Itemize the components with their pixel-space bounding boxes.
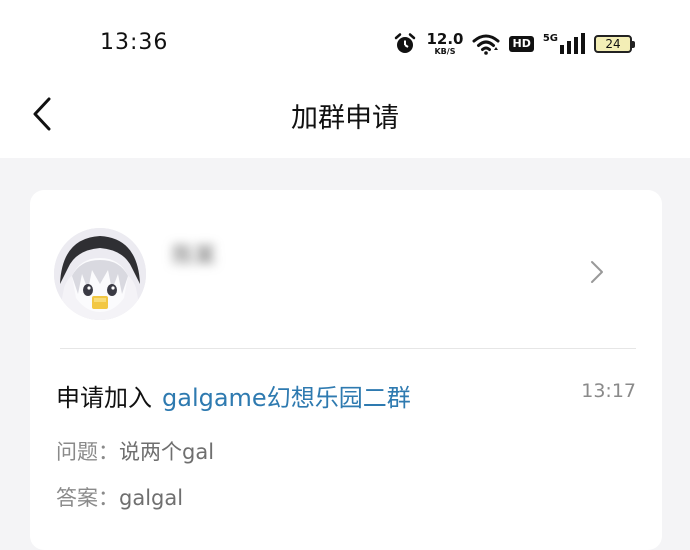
answer-line: 答案：galgal <box>56 482 183 512</box>
network-speed: 12.0 KB/S <box>426 32 463 56</box>
network-type-label: 5G <box>542 32 558 44</box>
status-time: 13:36 <box>100 30 169 55</box>
network-speed-value: 12.0 <box>426 30 464 48</box>
wifi-icon <box>472 33 500 55</box>
question-label: 问题： <box>56 440 119 464</box>
hd-badge: HD <box>509 35 534 53</box>
signal-icon <box>559 33 585 55</box>
alarm-icon <box>393 32 417 56</box>
avatar[interactable] <box>54 228 146 320</box>
question-line: 问题：说两个gal <box>56 436 214 466</box>
apply-time: 13:17 <box>581 380 636 402</box>
status-bar: 13:36 12.0 KB/S HD 5G 24 <box>0 0 690 86</box>
question-value: 说两个gal <box>119 440 215 464</box>
divider <box>60 348 636 349</box>
status-icons: 12.0 KB/S HD 5G 24 <box>393 28 635 60</box>
network-speed-unit: KB/S <box>434 47 456 56</box>
answer-label: 答案： <box>56 486 119 510</box>
user-profile-row[interactable]: 陈某 <box>30 190 662 350</box>
apply-info: 申请加入 galgame幻想乐园二群 <box>56 378 411 413</box>
group-name-link[interactable]: galgame幻想乐园二群 <box>162 384 411 412</box>
apply-prefix: 申请加入 <box>56 384 152 412</box>
nav-bar: 加群申请 <box>0 86 690 158</box>
page-title: 加群申请 <box>291 103 399 134</box>
answer-value: galgal <box>119 486 184 510</box>
request-card: 陈某 申请加入 galgame幻想乐园二群 13:17 问题：说两个gal 答案：… <box>30 190 662 550</box>
battery-level: 24 <box>605 37 621 51</box>
username: 陈某 <box>172 244 217 269</box>
battery-icon: 24 <box>594 35 635 53</box>
chevron-right-icon[interactable] <box>590 260 604 288</box>
